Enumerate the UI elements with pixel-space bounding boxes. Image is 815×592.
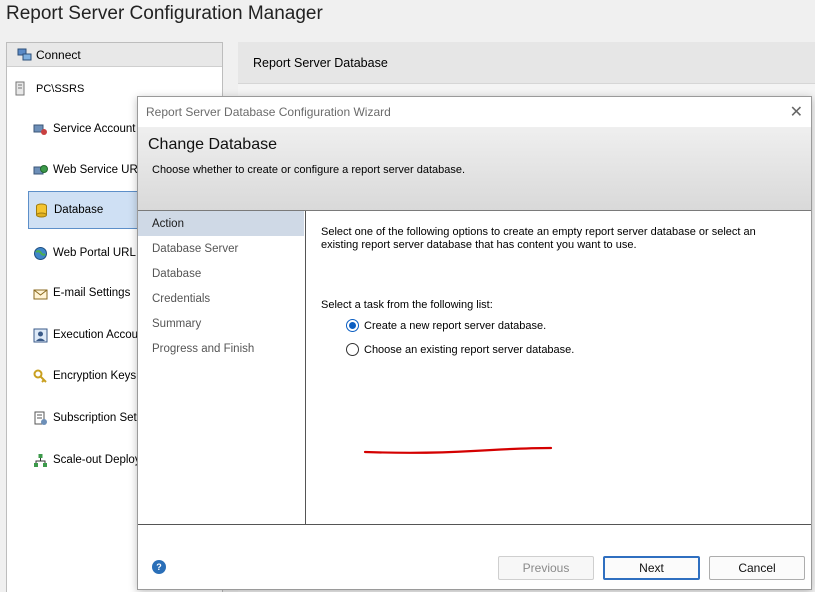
banner-title: Change Database	[148, 136, 277, 153]
step-database-server[interactable]: Database Server	[138, 236, 304, 261]
wizard-banner: Change Database Choose whether to create…	[138, 127, 811, 211]
close-icon[interactable]: ✕	[790, 102, 803, 122]
sidebar-item-label: Web Portal URL	[53, 247, 136, 259]
option-label: Create a new report server database.	[364, 319, 547, 332]
option-label: Choose an existing report server databas…	[364, 343, 575, 356]
app-title: Report Server Configuration Manager	[6, 3, 323, 24]
execution-account-icon	[33, 328, 48, 343]
subscription-icon	[33, 411, 48, 426]
option-create-new-database[interactable]: Create a new report server database.	[346, 319, 546, 332]
sidebar-item-label: Execution Account	[53, 329, 148, 341]
connect-icon	[17, 47, 32, 62]
scale-out-icon	[33, 453, 48, 468]
task-list-label: Select a task from the following list:	[321, 299, 493, 311]
banner-subtitle: Choose whether to create or configure a …	[152, 164, 466, 176]
dialog-separator	[138, 524, 811, 525]
step-credentials[interactable]: Credentials	[138, 286, 304, 311]
dialog-titlebar: Report Server Database Configuration Wiz…	[138, 97, 811, 127]
step-action[interactable]: Action	[138, 211, 304, 236]
help-icon[interactable]: ?	[152, 560, 166, 574]
annotation-underline	[363, 446, 553, 454]
sidebar-item-label: Encryption Keys	[53, 370, 137, 382]
step-progress-finish[interactable]: Progress and Finish	[138, 336, 304, 361]
step-database[interactable]: Database	[138, 261, 304, 286]
email-icon	[33, 286, 48, 301]
choose-existing-radio[interactable]	[346, 343, 359, 356]
key-icon	[33, 369, 48, 384]
sidebar-item-label: E-mail Settings	[53, 287, 131, 299]
cancel-button[interactable]: Cancel	[709, 556, 805, 580]
page-title: Report Server Database	[253, 55, 388, 70]
page-header: Report Server Database	[238, 42, 815, 84]
globe-icon	[33, 246, 48, 261]
create-new-radio[interactable]	[346, 319, 359, 332]
previous-button[interactable]: Previous	[498, 556, 594, 580]
server-icon	[15, 81, 30, 96]
step-summary[interactable]: Summary	[138, 311, 304, 336]
web-service-url-icon	[33, 163, 48, 178]
sidebar-item-label: Service Account	[53, 123, 136, 135]
action-description: Select one of the following options to c…	[321, 226, 756, 251]
option-choose-existing-database[interactable]: Choose an existing report server databas…	[346, 343, 574, 356]
sidebar-item-label: Web Service URL	[53, 164, 145, 176]
wizard-content: Select one of the following options to c…	[306, 211, 811, 524]
database-config-wizard: Report Server Database Configuration Wiz…	[137, 96, 812, 590]
server-node[interactable]: PC\SSRS	[15, 81, 84, 96]
dialog-title: Report Server Database Configuration Wiz…	[146, 105, 391, 119]
server-name: PC\SSRS	[36, 82, 85, 95]
service-account-icon	[33, 122, 48, 137]
connect-label: Connect	[36, 47, 81, 62]
next-button[interactable]: Next	[603, 556, 700, 580]
connect-button[interactable]: Connect	[7, 43, 222, 67]
sidebar-item-label: Database	[54, 204, 104, 216]
wizard-step-list: Action Database Server Database Credenti…	[138, 211, 306, 524]
database-icon	[34, 203, 49, 218]
sidebar-item-database[interactable]: Database	[28, 191, 146, 229]
